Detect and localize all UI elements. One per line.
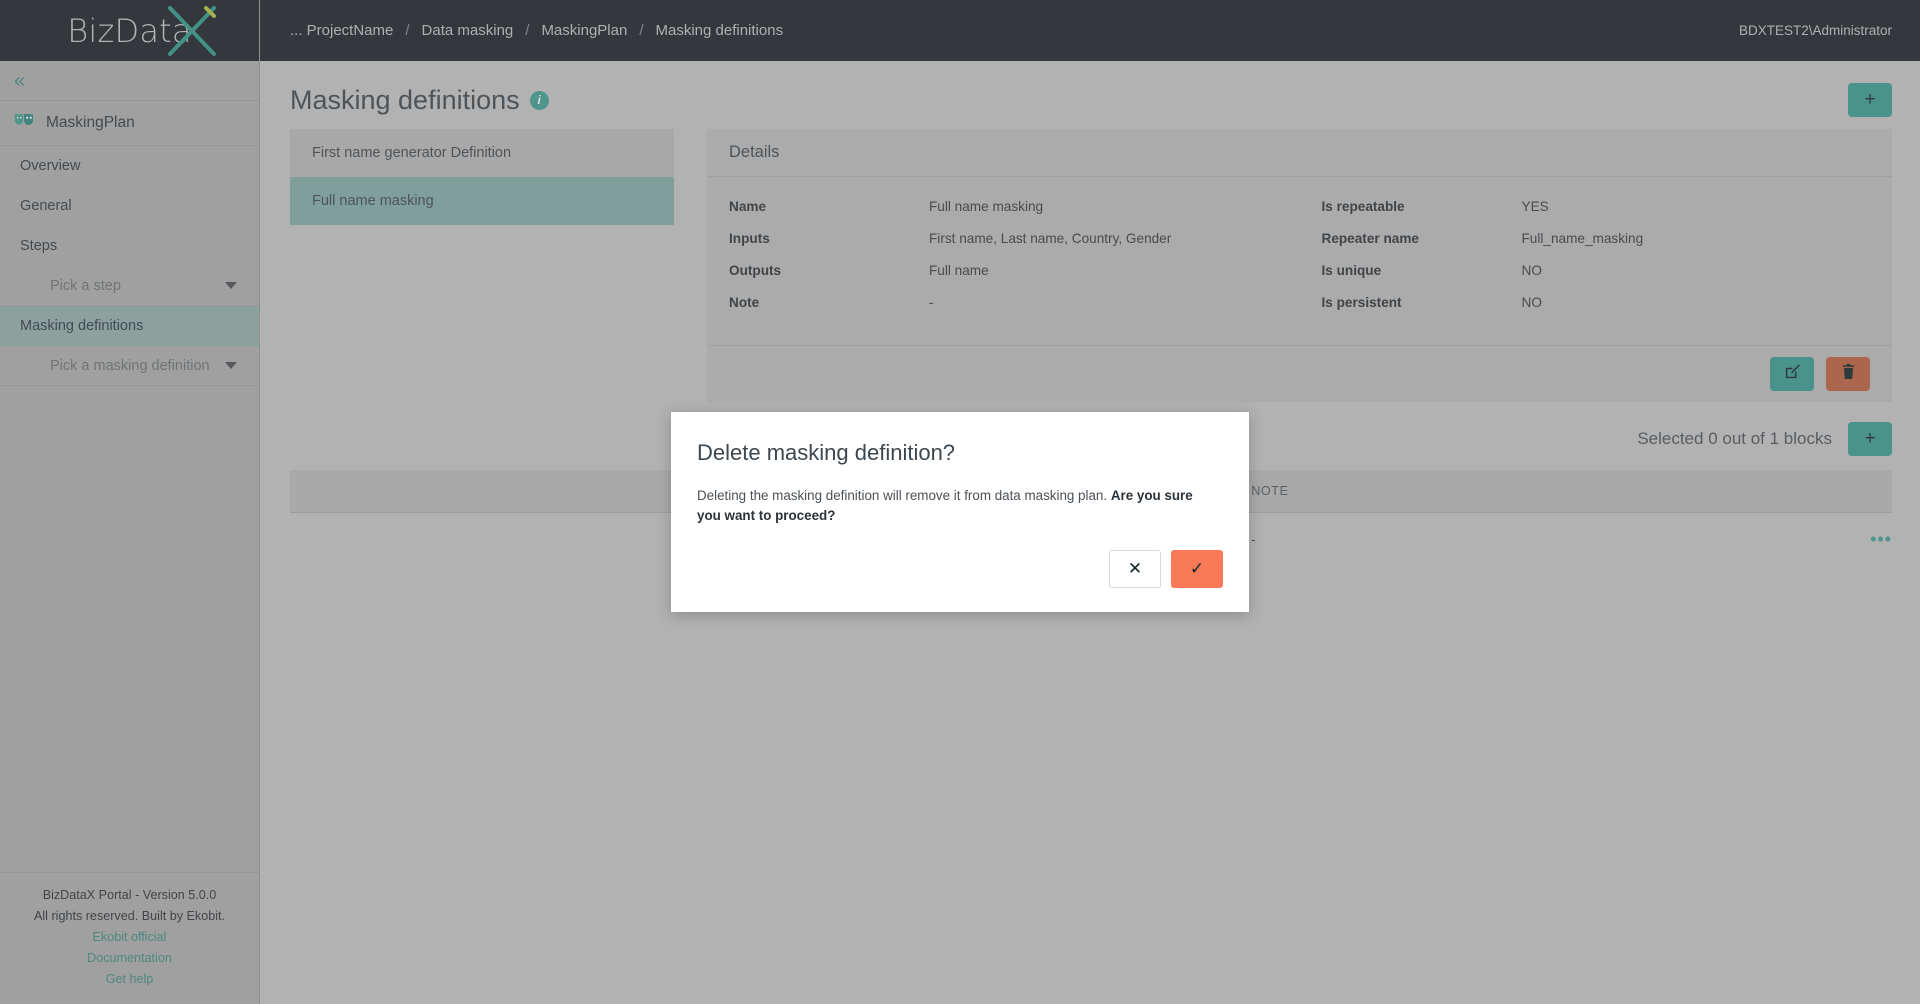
cancel-button[interactable]: ✕ [1109, 550, 1161, 588]
dialog-message-normal: Deleting the masking definition will rem… [697, 488, 1111, 503]
delete-confirmation-dialog: Delete masking definition? Deleting the … [671, 412, 1249, 612]
dialog-message: Deleting the masking definition will rem… [697, 486, 1207, 526]
dialog-title: Delete masking definition? [697, 440, 956, 465]
dialog-actions: ✕ ✓ [697, 550, 1223, 588]
check-icon: ✓ [1189, 559, 1205, 578]
close-icon: ✕ [1127, 559, 1143, 578]
confirm-button[interactable]: ✓ [1171, 550, 1223, 588]
app-root: BizData « MaskingPlan Overview General S… [0, 0, 1920, 1004]
